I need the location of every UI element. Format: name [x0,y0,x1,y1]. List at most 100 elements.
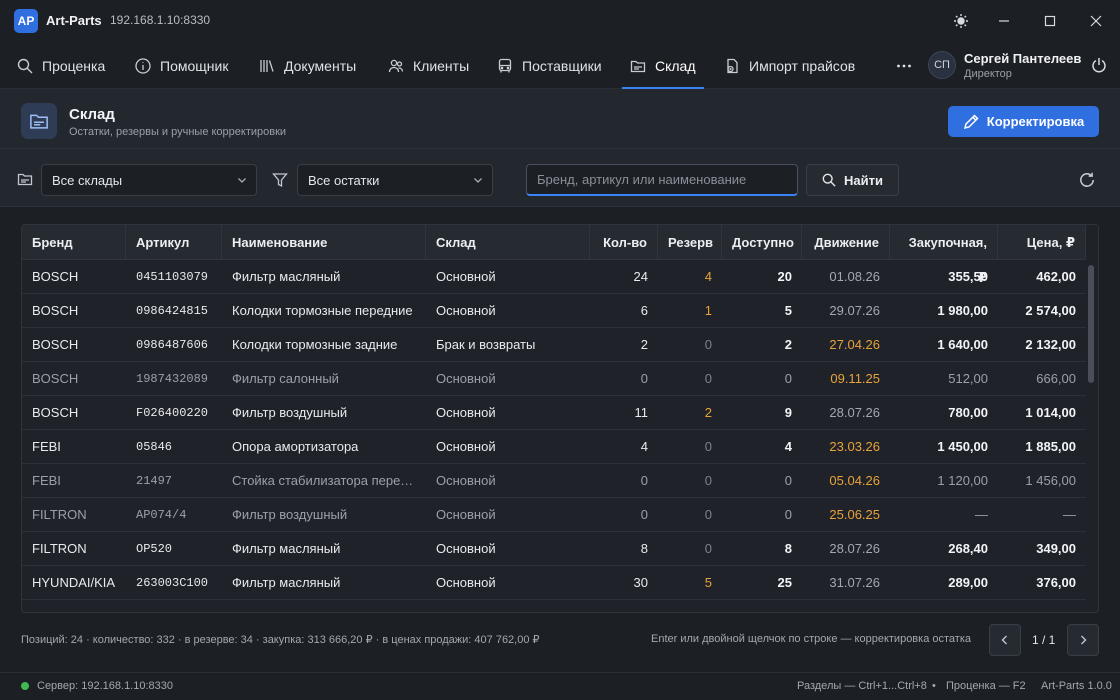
cell-purchase-price: 268,40 [948,541,988,556]
cell-purchase-price: 355,50 [948,269,988,284]
cell-brand: BOSCH [32,303,79,318]
cell-article: OP520 [136,542,173,556]
maximize-icon[interactable] [1040,11,1060,31]
table-row[interactable]: FEBI 21497 Стойка стабилизатора передняя Ос… [22,464,1086,498]
column-name[interactable]: Наименование [222,225,426,260]
find-button[interactable]: Найти [806,164,899,196]
cell-reserve: 2 [704,405,712,420]
cell-purchase-price: 780,00 [948,405,988,420]
cell-purchase-price: 1 450,00 [937,439,988,454]
cell-price: 1 014,00 [1025,405,1076,420]
cell-available: 2 [784,337,792,352]
table-row[interactable]: FILTRON AP074/4 Фильтр воздушный Основной 0 0… [22,498,1086,532]
cell-purchase-price: 512,00 [948,371,988,386]
cell-movement: 23.03.26 [829,439,880,454]
cell-movement: 28.07.26 [829,405,880,420]
table-row[interactable]: BOSCH F026400220 Фильтр воздушный Основной 1… [22,396,1086,430]
cell-reserve: 0 [704,371,712,386]
cell-article: AP074/4 [136,508,187,522]
cell-available: 5 [784,303,792,318]
table-row[interactable]: BOSCH 1987432089 Фильтр салонный Основной 0 0… [22,362,1086,396]
status-separator: • [932,680,936,692]
next-page-button[interactable] [1067,624,1099,656]
power-icon[interactable] [1089,55,1109,75]
tab-assistant[interactable]: Помощник [135,42,228,89]
adjustment-button[interactable]: Корректировка [948,106,1099,137]
column-movement[interactable]: Движение [802,225,890,260]
column-price[interactable]: Цена, ₽ [998,225,1086,260]
table-scrollbar[interactable] [1088,265,1094,383]
column-article[interactable]: Артикул [126,225,222,260]
tab-warehouse[interactable]: Склад [622,42,704,89]
column-available[interactable]: Доступно [722,225,802,260]
cell-qty: 11 [634,405,649,420]
tab-price-import[interactable]: Импорт прайсов [724,42,855,89]
cell-purchase-price: 1 980,00 [937,303,988,318]
cell-available: 8 [784,541,792,556]
tab-clients[interactable]: Клиенты [388,42,469,89]
table-row[interactable]: BOSCH 0986487606 Колодки тормозные задние Б… [22,328,1086,362]
keyboard-hint: Enter или двойной щелчок по строке — кор… [651,633,971,645]
cell-article: 1987432089 [136,372,209,386]
app-logo: AP [14,9,38,33]
cell-warehouse: Основной [436,303,496,318]
cell-available: 25 [777,575,792,590]
search-input[interactable] [526,164,798,196]
cell-movement: 29.07.26 [829,303,880,318]
tab-suppliers[interactable]: Поставщики [497,42,602,89]
search-icon [822,173,836,187]
search-icon [17,58,33,74]
cell-name: Колодки тормозные передние [232,303,413,318]
cell-article: 263003C100 [136,576,209,590]
column-warehouse[interactable]: Склад [426,225,590,260]
column-purchase-price[interactable]: Закупочная, ₽ [890,225,998,285]
tab-documents[interactable]: Документы [259,42,356,89]
pencil-icon [963,113,979,130]
tab-label: Проценка [42,57,106,74]
cell-reserve: 0 [704,541,712,556]
cell-brand: BOSCH [32,337,79,352]
cell-available: 0 [784,371,792,386]
theme-toggle-icon[interactable] [951,11,971,31]
cell-reserve: 0 [704,439,712,454]
column-brand[interactable]: Бренд [22,225,126,260]
chevron-down-icon [236,174,248,186]
cell-name: Фильтр воздушный [232,405,348,420]
cell-warehouse: Основной [436,405,496,420]
column-qty[interactable]: Кол-во [590,225,658,260]
table-row[interactable]: HYUNDAI/KIA 263003C100 Фильтр масляный Осно… [22,566,1086,600]
close-icon[interactable] [1086,11,1106,31]
table-row[interactable]: FEBI 05846 Опора амортизатора Основной 4 0 4 23… [22,430,1086,464]
warehouse-select-value: Все склады [52,172,123,188]
cell-article: 05846 [136,440,173,454]
filter-icon [272,172,288,188]
cell-available: 9 [784,405,792,420]
warehouse-select[interactable]: Все склады [41,164,257,196]
cell-price: 2 574,00 [1025,303,1076,318]
more-icon[interactable] [896,42,912,89]
cell-warehouse: Основной [436,269,496,284]
adjustment-button-label: Корректировка [986,114,1085,129]
info-icon [135,57,151,74]
stock-select[interactable]: Все остатки [297,164,493,196]
table-row[interactable]: BOSCH 0451103079 Фильтр масляный Основной 24… [22,260,1086,294]
cell-name: Фильтр масляный [232,541,341,556]
table-row[interactable]: BOSCH 0986424815 Колодки тормозные передни… [22,294,1086,328]
cell-qty: 4 [640,439,648,454]
stock-summary: Позиций: 24 · количество: 332 · в резерв… [21,634,540,646]
minimize-icon[interactable] [994,11,1014,31]
cell-article: 0986487606 [136,338,209,352]
avatar[interactable]: СП [928,51,956,79]
page-subtitle: Остатки, резервы и ручные корректировки [69,126,287,138]
column-reserve[interactable]: Резерв [658,225,722,260]
cell-purchase-price: 1 640,00 [937,337,988,352]
table-row[interactable]: FILTRON OP520 Фильтр масляный Основной 8 0 8 28… [22,532,1086,566]
prev-page-button[interactable] [989,624,1021,656]
refresh-icon[interactable] [1078,171,1096,189]
online-status-icon [21,682,29,690]
cell-reserve: 4 [704,269,712,284]
cell-reserve: 0 [704,507,712,522]
tab-label: Клиенты [413,57,470,74]
cell-qty: 0 [640,507,648,522]
tab-pricing[interactable]: Проценка [17,42,105,89]
